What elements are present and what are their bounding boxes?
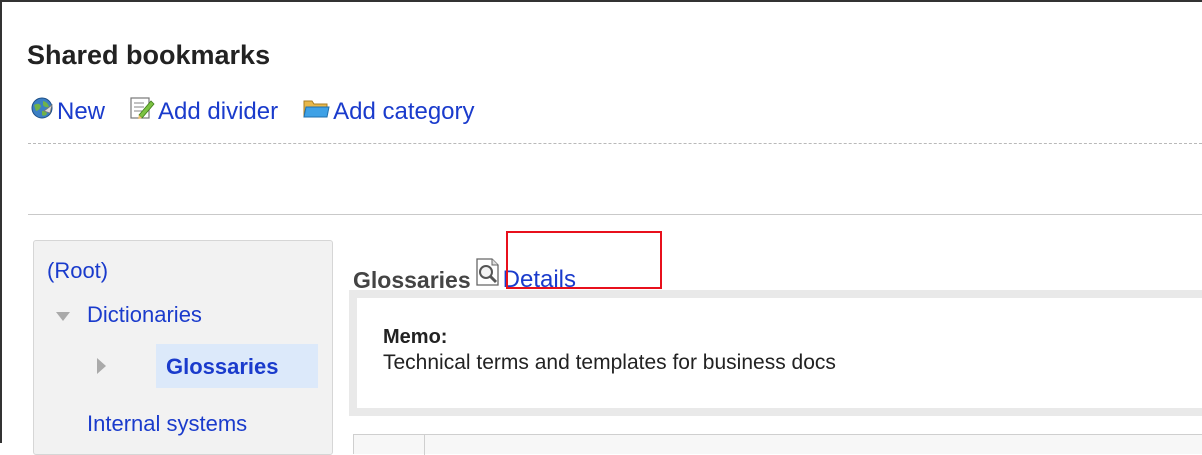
edit-divider-icon	[129, 96, 155, 127]
table-column-divider	[424, 435, 425, 455]
tree-item-internal-systems[interactable]: Internal systems	[87, 411, 247, 437]
tree-item-glossaries-label: Glossaries	[166, 354, 279, 379]
toolbar: New Add divider Add category	[30, 96, 499, 127]
memo-label: Memo:	[383, 326, 448, 348]
memo-text: Technical terms and templates for busine…	[383, 351, 836, 374]
add-divider-button[interactable]: Add divider	[129, 96, 278, 127]
memo-content: Memo: Technical terms and templates for …	[357, 298, 1202, 408]
collapse-arrow-icon[interactable]	[56, 312, 70, 321]
add-category-button[interactable]: Add category	[302, 96, 475, 127]
add-category-label: Add category	[333, 97, 475, 125]
bookmark-table-header	[353, 434, 1202, 455]
toolbar-divider	[28, 143, 1202, 144]
section-divider	[28, 214, 1202, 215]
tree-item-root[interactable]: (Root)	[47, 258, 108, 284]
add-divider-label: Add divider	[158, 97, 279, 125]
memo-panel: Memo: Technical terms and templates for …	[349, 290, 1202, 416]
new-bookmark-button[interactable]: New	[30, 96, 105, 127]
expand-arrow-icon[interactable]	[97, 358, 106, 374]
globe-icon	[30, 96, 54, 127]
new-bookmark-label: New	[57, 97, 106, 125]
details-magnifier-icon	[475, 257, 501, 294]
page-title: Shared bookmarks	[27, 40, 271, 70]
tree-item-glossaries[interactable]: Glossaries	[156, 344, 318, 388]
tree-item-dictionaries[interactable]: Dictionaries	[87, 302, 202, 328]
category-tree: (Root) Dictionaries Glossaries Internal …	[33, 240, 333, 455]
folder-icon	[302, 96, 330, 127]
highlight-box	[506, 231, 662, 289]
